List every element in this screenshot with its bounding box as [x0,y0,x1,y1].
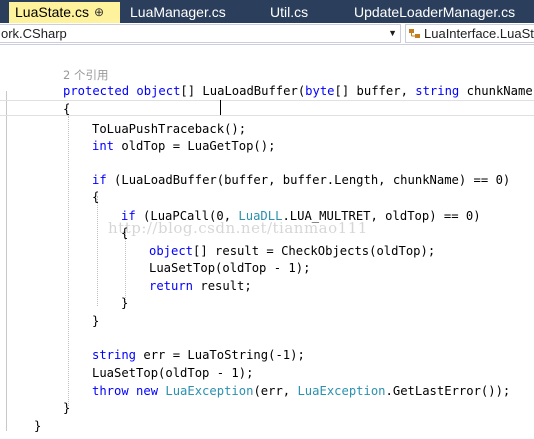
tab-label: LuaManager.cs [130,4,226,20]
member-scope-value: LuaInterface.LuaSta [424,26,534,41]
document-tab-bar: LuaState.cs ⊕ LuaManager.cs Util.cs Upda… [0,0,534,23]
code-line-close-brace: } [63,401,71,415]
code-line-if-load: if (LuaLoadBuffer(buffer, buffer.Length,… [92,173,511,187]
text-caret [220,100,221,115]
code-line-class-close: } [34,419,42,433]
indent-guide [68,116,69,406]
code-line-set-top-1: LuaSetTop(oldTop - 1); [149,261,311,275]
type-scope-dropdown[interactable]: ork.CSharp ▼ [0,24,401,43]
code-line-throw: throw new LuaException(err, LuaException… [92,384,511,398]
class-icon [409,29,420,38]
type-scope-value: ork.CSharp [1,26,67,41]
codelens-references[interactable]: 2 个引用 [63,67,108,83]
tab-label: LuaState.cs [15,4,89,20]
outline-margin-line [6,91,7,431]
code-line-pcall-open: { [121,226,129,240]
tab-util[interactable]: Util.cs [264,2,344,23]
code-line-signature: protected object[] LuaLoadBuffer(byte[] … [63,84,534,98]
code-line-pcall-close: } [121,296,129,310]
code-line-return: return result; [149,279,252,293]
member-scope-dropdown[interactable]: LuaInterface.LuaSta [405,24,534,43]
current-line-highlight [0,100,534,116]
code-line-result: object[] result = CheckObjects(oldTop); [149,244,436,258]
code-line-set-top-2: LuaSetTop(oldTop - 1); [92,366,254,380]
code-editor[interactable]: 2 个引用 protected object[] LuaLoadBuffer(b… [0,46,534,439]
code-line-err: string err = LuaToString(-1); [92,348,305,362]
code-line-old-top: int oldTop = LuaGetTop(); [92,139,276,153]
code-line-if-pcall: if (LuaPCall(0, LuaDLL.LUA_MULTRET, oldT… [121,209,481,223]
code-line-push-traceback: ToLuaPushTraceback(); [92,122,247,136]
code-line-inner-open: { [92,190,100,204]
tab-luastate[interactable]: LuaState.cs ⊕ [9,2,120,23]
tab-label: Util.cs [270,4,309,20]
navigation-bar: ork.CSharp ▼ LuaInterface.LuaSta [0,23,534,45]
pin-close-icon[interactable]: ⊕ [94,2,104,23]
tab-label: UpdateLoaderManager.cs [354,4,516,20]
tab-luamanager[interactable]: LuaManager.cs [124,2,260,23]
indent-guide [97,196,98,306]
tab-updateloadermanager[interactable]: UpdateLoaderManager.cs [348,2,534,23]
chevron-down-icon: ▼ [388,28,397,38]
code-line-open-brace: { [63,102,71,116]
code-line-inner-close: } [92,314,100,328]
